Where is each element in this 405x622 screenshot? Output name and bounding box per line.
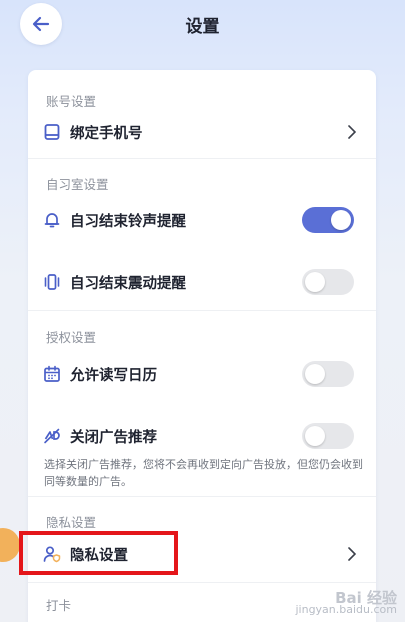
row-end-ring: 自习结束铃声提醒 <box>28 198 376 242</box>
bind-phone-label: 绑定手机号 <box>70 125 143 142</box>
row-bind-phone[interactable]: 绑定手机号 <box>28 110 376 154</box>
end-vibrate-toggle[interactable] <box>302 269 354 295</box>
top-bar: 设置 <box>0 0 405 48</box>
calendar-toggle[interactable] <box>302 361 354 387</box>
toggle-knob <box>305 364 325 384</box>
divider <box>28 310 376 311</box>
divider <box>28 496 376 497</box>
no-ads-icon <box>42 426 62 446</box>
close-ads-description: 选择关闭广告推荐，您将不会再收到定向广告投放，但您仍会收到同等数量的广告。 <box>44 458 363 488</box>
section-title-study-room: 自习室设置 <box>46 177 109 192</box>
floating-bubble[interactable] <box>0 528 20 562</box>
section-title-account: 账号设置 <box>46 94 97 109</box>
bell-icon <box>42 210 62 230</box>
divider <box>28 158 376 159</box>
row-close-ads: 关闭广告推荐 <box>28 414 376 458</box>
page-title: 设置 <box>185 17 220 37</box>
section-title-auth: 授权设置 <box>46 330 97 345</box>
end-vibrate-label: 自习结束震动提醒 <box>70 275 186 292</box>
watermark-sub: jingyan.baidu.com <box>295 603 397 616</box>
divider <box>28 582 376 583</box>
chevron-right-icon <box>346 124 358 140</box>
phone-icon <box>42 122 62 142</box>
vibrate-icon <box>42 272 62 292</box>
close-ads-label: 关闭广告推荐 <box>70 429 157 446</box>
toggle-knob <box>305 272 325 292</box>
toggle-knob <box>305 426 325 446</box>
end-ring-toggle[interactable] <box>302 207 354 233</box>
close-ads-toggle[interactable] <box>302 423 354 449</box>
row-end-vibrate: 自习结束震动提醒 <box>28 260 376 304</box>
section-title-privacy: 隐私设置 <box>46 515 97 530</box>
watermark: Bai 经验 jingyan.baidu.com <box>295 591 397 616</box>
chevron-right-icon <box>346 546 358 562</box>
calendar-icon <box>42 364 62 384</box>
calendar-label: 允许读写日历 <box>70 367 157 384</box>
row-calendar: 允许读写日历 <box>28 352 376 396</box>
end-ring-label: 自习结束铃声提醒 <box>70 213 186 230</box>
red-highlight-box <box>19 531 178 575</box>
section-title-checkin: 打卡 <box>46 598 72 613</box>
toggle-knob <box>331 210 351 230</box>
